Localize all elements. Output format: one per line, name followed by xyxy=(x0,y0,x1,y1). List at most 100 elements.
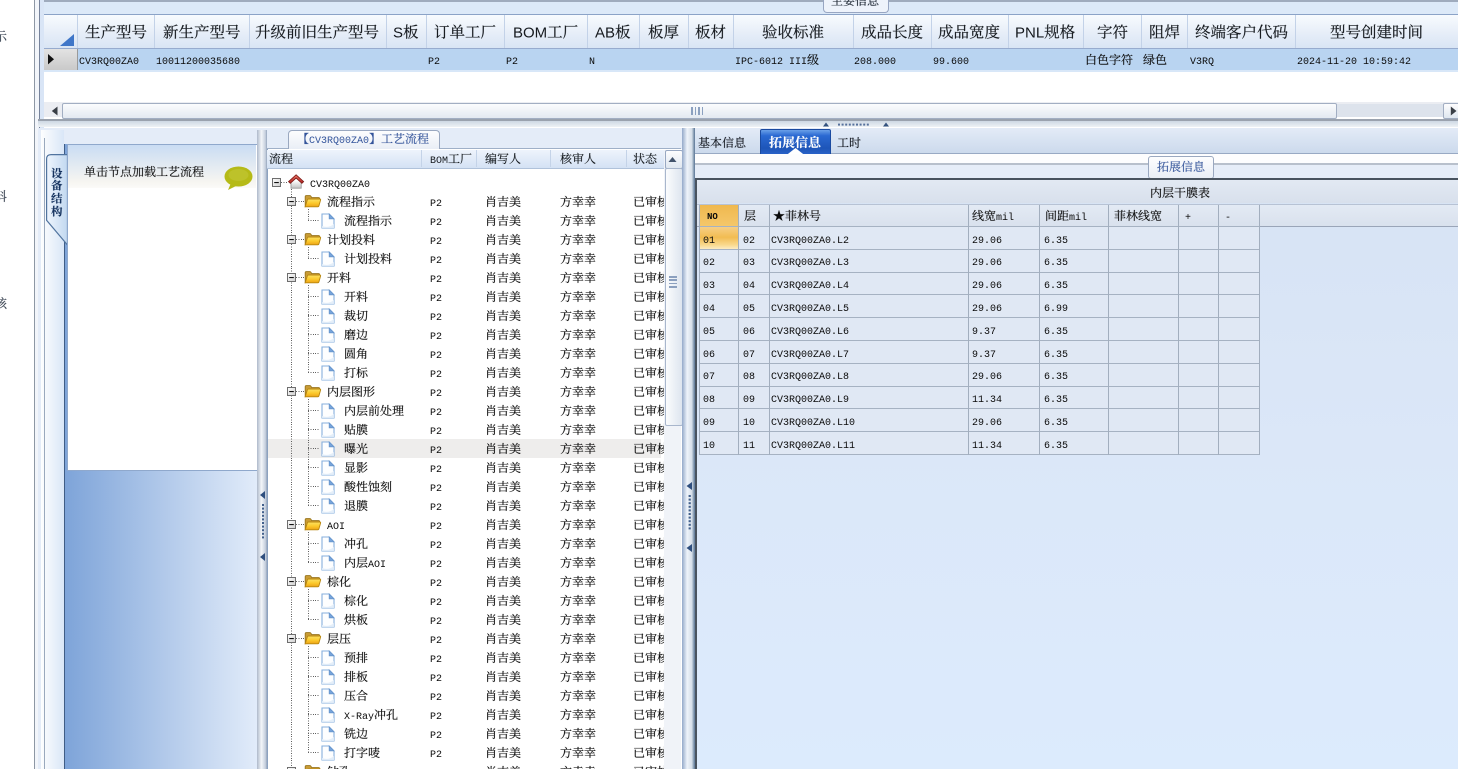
svg-text:CV3RQ00ZA0.L8: CV3RQ00ZA0.L8 xyxy=(771,372,849,383)
svg-text:29.06: 29.06 xyxy=(972,418,1002,429)
svg-text:6.35: 6.35 xyxy=(1044,441,1068,452)
svg-text:6.35: 6.35 xyxy=(1044,258,1068,269)
svg-text:P2: P2 xyxy=(430,503,442,514)
svg-text:P2: P2 xyxy=(430,484,442,495)
svg-text:99.600: 99.600 xyxy=(933,57,969,68)
svg-text:AB: AB xyxy=(595,25,615,42)
svg-text:03: 03 xyxy=(743,258,755,269)
svg-text:208.000: 208.000 xyxy=(854,57,896,68)
svg-text:P2: P2 xyxy=(430,617,442,628)
svg-text:CV3RQ00ZA0.L4: CV3RQ00ZA0.L4 xyxy=(771,281,849,292)
svg-text:02: 02 xyxy=(743,236,755,247)
svg-text:10: 10 xyxy=(703,441,715,452)
svg-text:10011200035680: 10011200035680 xyxy=(156,57,240,68)
svg-text:07: 07 xyxy=(703,372,715,383)
svg-text:P2: P2 xyxy=(430,313,442,324)
svg-text:08: 08 xyxy=(703,395,715,406)
svg-text:P2: P2 xyxy=(430,674,442,685)
svg-text:mil: mil xyxy=(996,212,1014,224)
svg-text:P2: P2 xyxy=(430,579,442,590)
svg-text:P2: P2 xyxy=(430,427,442,438)
svg-text:06: 06 xyxy=(703,350,715,361)
svg-text:BOM: BOM xyxy=(513,25,547,42)
svg-text:NO: NO xyxy=(707,212,718,222)
svg-text:P2: P2 xyxy=(430,370,442,381)
svg-text:02: 02 xyxy=(703,258,715,269)
svg-text:N: N xyxy=(589,57,595,68)
svg-text:03: 03 xyxy=(703,281,715,292)
svg-text:11: 11 xyxy=(743,441,755,452)
svg-text:9.37: 9.37 xyxy=(972,327,996,338)
svg-text:CV3RQ00ZA0: CV3RQ00ZA0 xyxy=(309,136,369,147)
svg-text:P2: P2 xyxy=(430,408,442,419)
svg-text:mil: mil xyxy=(1069,212,1087,224)
svg-text:04: 04 xyxy=(743,281,755,292)
svg-text:V3RQ: V3RQ xyxy=(1190,57,1214,68)
svg-text:X-Ray: X-Ray xyxy=(344,712,374,723)
svg-text:6.35: 6.35 xyxy=(1044,395,1068,406)
svg-text:9.37: 9.37 xyxy=(972,350,996,361)
svg-text:IPC-6012 III: IPC-6012 III xyxy=(735,57,807,68)
svg-text:P2: P2 xyxy=(430,522,442,533)
svg-text:P2: P2 xyxy=(430,750,442,761)
svg-text:CV3RQ00ZA0.L7: CV3RQ00ZA0.L7 xyxy=(771,350,849,361)
svg-text:09: 09 xyxy=(703,418,715,429)
svg-text:P2: P2 xyxy=(506,57,518,68)
svg-text:CV3RQ00ZA0: CV3RQ00ZA0 xyxy=(310,180,370,191)
svg-text:P2: P2 xyxy=(430,655,442,666)
svg-text:P2: P2 xyxy=(430,598,442,609)
svg-text:P2: P2 xyxy=(430,731,442,742)
svg-text:10: 10 xyxy=(743,418,755,429)
svg-text:6.35: 6.35 xyxy=(1044,372,1068,383)
svg-text:CV3RQ00ZA0: CV3RQ00ZA0 xyxy=(79,57,139,68)
svg-text:CV3RQ00ZA0.L6: CV3RQ00ZA0.L6 xyxy=(771,327,849,338)
svg-text:11.34: 11.34 xyxy=(972,395,1002,406)
svg-text:CV3RQ00ZA0.L9: CV3RQ00ZA0.L9 xyxy=(771,395,849,406)
svg-text:09: 09 xyxy=(743,395,755,406)
svg-text:P2: P2 xyxy=(430,332,442,343)
svg-text:P2: P2 xyxy=(430,465,442,476)
svg-text:P2: P2 xyxy=(430,389,442,400)
svg-text:29.06: 29.06 xyxy=(972,304,1002,315)
svg-text:CV3RQ00ZA0.L10: CV3RQ00ZA0.L10 xyxy=(771,418,855,429)
svg-text:6.35: 6.35 xyxy=(1044,350,1068,361)
svg-text:P2: P2 xyxy=(430,256,442,267)
svg-text:P2: P2 xyxy=(430,218,442,229)
svg-text:P2: P2 xyxy=(430,237,442,248)
svg-text:P2: P2 xyxy=(430,693,442,704)
svg-text:P2: P2 xyxy=(430,560,442,571)
svg-text:P2: P2 xyxy=(430,294,442,305)
svg-text:6.35: 6.35 xyxy=(1044,281,1068,292)
svg-text:CV3RQ00ZA0.L3: CV3RQ00ZA0.L3 xyxy=(771,258,849,269)
svg-text:29.06: 29.06 xyxy=(972,258,1002,269)
svg-text:04: 04 xyxy=(703,304,715,315)
svg-text:-: - xyxy=(1225,213,1231,224)
svg-text:07: 07 xyxy=(743,350,755,361)
svg-text:6.99: 6.99 xyxy=(1044,304,1068,315)
svg-text:P2: P2 xyxy=(428,57,440,68)
svg-text:P2: P2 xyxy=(430,275,442,286)
svg-text:S: S xyxy=(393,25,403,42)
svg-text:6.35: 6.35 xyxy=(1044,418,1068,429)
svg-text:CV3RQ00ZA0.L2: CV3RQ00ZA0.L2 xyxy=(771,236,849,247)
svg-text:P2: P2 xyxy=(430,712,442,723)
svg-text:05: 05 xyxy=(703,327,715,338)
svg-text:P2: P2 xyxy=(430,199,442,210)
svg-text:08: 08 xyxy=(743,372,755,383)
svg-text:29.06: 29.06 xyxy=(972,281,1002,292)
svg-text:P2: P2 xyxy=(430,446,442,457)
svg-text:CV3RQ00ZA0.L5: CV3RQ00ZA0.L5 xyxy=(771,304,849,315)
svg-text:P2: P2 xyxy=(430,351,442,362)
svg-text:6.35: 6.35 xyxy=(1044,327,1068,338)
svg-text:AOI: AOI xyxy=(368,560,386,571)
svg-text:P2: P2 xyxy=(430,541,442,552)
svg-text:2024-11-20 10:59:42: 2024-11-20 10:59:42 xyxy=(1297,57,1411,68)
svg-text:AOI: AOI xyxy=(327,522,345,533)
svg-text:+: + xyxy=(1185,213,1191,224)
svg-text:29.06: 29.06 xyxy=(972,372,1002,383)
svg-text:P2: P2 xyxy=(430,636,442,647)
svg-text:BOM: BOM xyxy=(430,156,448,167)
svg-text:6.35: 6.35 xyxy=(1044,236,1068,247)
svg-text:29.06: 29.06 xyxy=(972,236,1002,247)
svg-text:CV3RQ00ZA0.L11: CV3RQ00ZA0.L11 xyxy=(771,441,855,452)
